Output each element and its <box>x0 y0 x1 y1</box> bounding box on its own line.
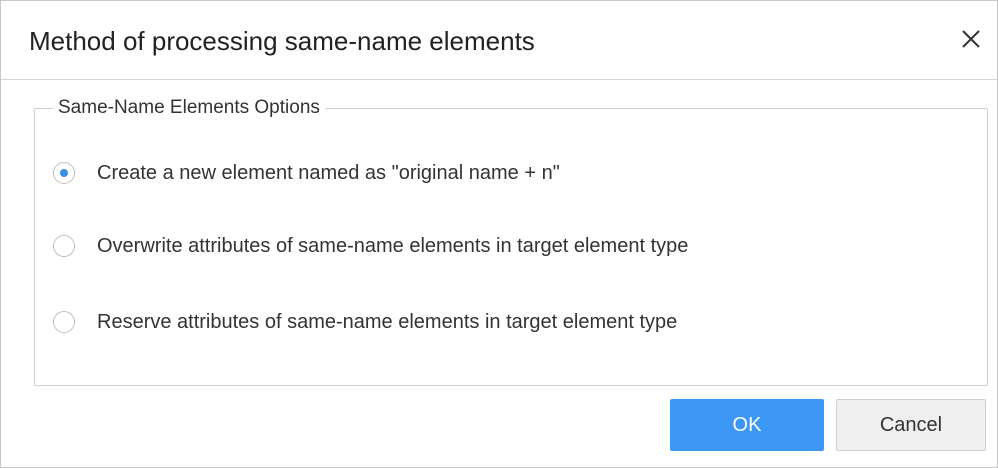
option-overwrite[interactable]: Overwrite attributes of same-name elemen… <box>53 230 688 262</box>
radio-reserve[interactable] <box>53 311 75 333</box>
option-label: Overwrite attributes of same-name elemen… <box>97 234 689 257</box>
close-button[interactable] <box>951 19 991 59</box>
groupbox-legend: Same-Name Elements Options <box>53 94 325 122</box>
ok-button[interactable]: OK <box>670 399 824 451</box>
dialog-titlebar: Method of processing same-name elements <box>1 1 997 80</box>
close-icon <box>962 30 980 48</box>
option-label: Reserve attributes of same-name elements… <box>97 310 678 333</box>
dialog-title: Method of processing same-name elements <box>29 26 535 56</box>
radio-create-new[interactable] <box>53 162 75 184</box>
radio-overwrite[interactable] <box>53 235 75 257</box>
option-create-new[interactable]: Create a new element named as "original … <box>53 157 560 189</box>
option-label: Create a new element named as "original … <box>97 161 560 184</box>
option-reserve[interactable]: Reserve attributes of same-name elements… <box>53 306 677 338</box>
dialog: Method of processing same-name elements … <box>0 0 998 468</box>
cancel-button[interactable]: Cancel <box>836 399 986 451</box>
